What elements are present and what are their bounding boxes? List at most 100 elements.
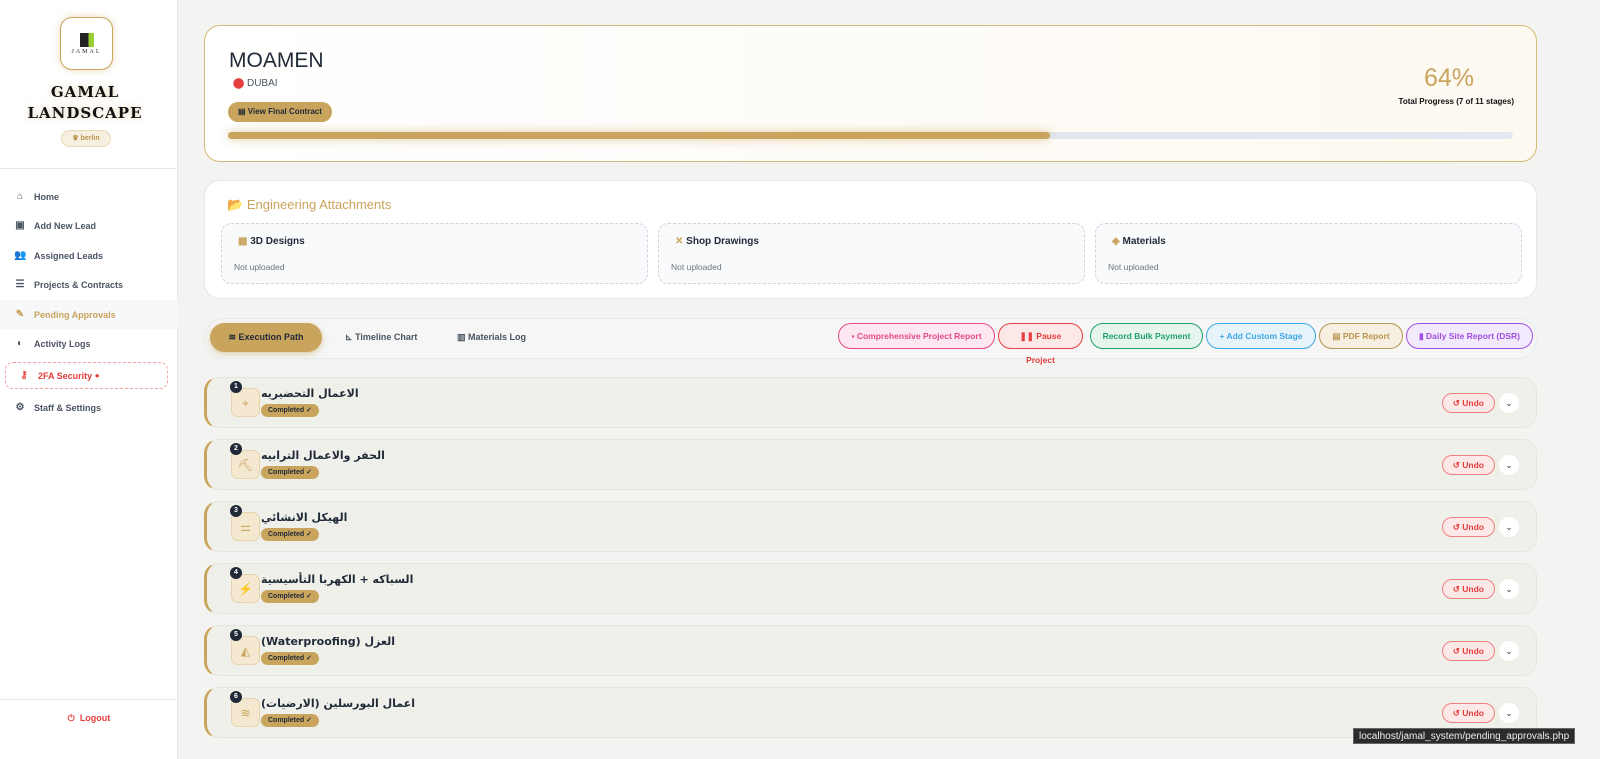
list-check-icon: ☰ (15, 279, 25, 290)
action-button-1[interactable]: ❚❚ Pause Project (998, 323, 1083, 365)
sidebar-item-add-new-lead[interactable]: ▣ Add New Lead (0, 211, 178, 240)
chevron-down-icon[interactable]: ⌄ (1499, 703, 1519, 723)
label: Undo (1462, 584, 1484, 594)
action-button-4[interactable]: ▤ PDF Report (1319, 323, 1403, 349)
file-icon: ▤ (238, 107, 246, 116)
undo-button[interactable]: ↺ Undo (1441, 703, 1495, 723)
sidebar-item-assigned-leads[interactable]: 👥 Assigned Leads (0, 241, 178, 270)
label: + Add Custom Stage (1219, 331, 1303, 341)
stage-number: 5 (230, 629, 242, 641)
label: PDF Report (1342, 331, 1390, 341)
undo-button[interactable]: ↺ Undo (1441, 641, 1495, 661)
stage-row[interactable]: 5 ◭ العزل (Waterproofing) Completed ✓ ↺ … (204, 625, 1537, 676)
tab-timeline-chart[interactable]: ⊾ Timeline Chart (333, 323, 429, 352)
chevron-down-icon[interactable]: ⌄ (1499, 517, 1519, 537)
sidebar-item-home[interactable]: ⌂ Home (0, 182, 178, 211)
label: Timeline Chart (355, 332, 418, 342)
label: Undo (1462, 522, 1484, 532)
status-bar-url: localhost/jamal_system/pending_approvals… (1353, 728, 1576, 744)
undo-button[interactable]: ↺ Undo (1441, 393, 1495, 413)
map-pin-icon: ⬤ (233, 78, 245, 89)
file-pdf-icon: ▤ (1332, 331, 1341, 341)
status: Not uploaded (671, 262, 722, 272)
action-button-0[interactable]: ▪ Comprehensive Project Report (838, 323, 995, 349)
status-badge: Completed ✓ (261, 714, 319, 727)
undo-button[interactable]: ↺ Undo (1441, 455, 1495, 475)
attachment-materials[interactable]: ◈ Materials Not uploaded (1095, 223, 1522, 284)
action-button-3[interactable]: + Add Custom Stage (1206, 323, 1316, 349)
stage-row[interactable]: 1 ⌖ الاعمال التحضيريه Completed ✓ ↺ Undo… (204, 377, 1537, 428)
project-name: MOAMEN (229, 49, 324, 72)
label: Staff & Settings (34, 402, 102, 413)
undo-button[interactable]: ↺ Undo (1441, 579, 1495, 599)
stage-row[interactable]: 6 ≋ اعمال البورسلين (الارضيات) Completed… (204, 687, 1537, 738)
chevron-down-icon[interactable]: ⌄ (1499, 393, 1519, 413)
sidebar-item-activity-logs[interactable]: ◐ Activity Logs (0, 329, 178, 358)
pause-icon: ❚❚ (1019, 331, 1034, 341)
label: Assigned Leads (34, 250, 104, 261)
building-logo-icon (79, 32, 94, 47)
tab-materials-log[interactable]: ▥ Materials Log (445, 323, 538, 352)
label: Execution Path (238, 332, 304, 342)
sidebar-item-2fa-security[interactable]: ⚷ 2FA Security ● (5, 362, 168, 389)
attachment-shop-drawings[interactable]: ✕ Shop Drawings Not uploaded (658, 223, 1085, 284)
label: Undo (1462, 646, 1484, 656)
chart-icon: ⊾ (345, 332, 353, 342)
shield-icon: ◐ (16, 338, 24, 349)
tools-icon: ✕ (675, 236, 684, 247)
title: Materials (1122, 236, 1166, 247)
label: Undo (1462, 398, 1484, 408)
sidebar-item-pending-approvals[interactable]: ✎ Pending Approvals (0, 300, 178, 329)
chevron-down-icon[interactable]: ⌄ (1499, 579, 1519, 599)
stage-title: العزل (Waterproofing) (261, 635, 395, 648)
brand-name: GAMAL LANDSCAPE (27, 83, 143, 122)
stage-number: 4 (230, 567, 242, 579)
stage-number: 1 (230, 381, 242, 393)
status-badge: Completed ✓ (261, 590, 319, 603)
chevron-down-icon[interactable]: ⌄ (1499, 455, 1519, 475)
action-button-5[interactable]: ▮ Daily Site Report (DSR) (1406, 323, 1533, 349)
stage-number: 3 (230, 505, 242, 517)
attachment-3d-designs[interactable]: ▦ 3D Designs Not uploaded (221, 223, 648, 284)
label: Undo (1462, 460, 1484, 470)
logo[interactable]: JAMAL (60, 17, 113, 70)
undo-button[interactable]: ↺ Undo (1441, 517, 1495, 537)
progress-label: Total Progress (7 of 11 stages) (1398, 97, 1514, 106)
stage-row[interactable]: 4 ⚡ السباكه + الكهربا التأسيسية Complete… (204, 563, 1537, 614)
undo-icon: ↺ (1452, 646, 1460, 656)
sidebar: JAMAL GAMAL LANDSCAPE ♛ berlin ⌂ Home ▣ Ad… (0, 0, 178, 759)
chevron-down-icon[interactable]: ⌄ (1499, 641, 1519, 661)
logo-text: JAMAL (71, 48, 102, 55)
power-icon: ⏻ (67, 713, 75, 723)
status-badge: Completed ✓ (261, 466, 319, 479)
users-icon: 👥 (14, 250, 27, 261)
action-button-2[interactable]: Record Bulk Payment (1090, 323, 1203, 349)
project-header-card: MOAMEN ⬤ DUBAI ▤ View Final Contract 64%… (204, 25, 1537, 162)
sidebar-item-staff-settings[interactable]: ⚙ Staff & Settings (0, 393, 178, 422)
folder-open-icon: 📂 (227, 197, 244, 212)
divider (0, 168, 177, 169)
label: Materials Log (468, 332, 527, 342)
stage-number: 2 (230, 443, 242, 455)
logout-label: Logout (79, 713, 111, 723)
sidebar-item-projects-contracts[interactable]: ☰ Projects & Contracts (0, 270, 178, 299)
tab-execution-path[interactable]: ≋ Execution Path (210, 323, 322, 352)
stage-title: الحفر والاعمال الترابيه (261, 449, 385, 462)
view-final-contract-button[interactable]: ▤ View Final Contract (228, 102, 332, 122)
stage-row[interactable]: 2 ⛏ الحفر والاعمال الترابيه Completed ✓ … (204, 439, 1537, 490)
status-badge: Completed ✓ (261, 652, 319, 665)
logout-button[interactable]: ⏻ Logout (0, 713, 178, 724)
undo-icon: ↺ (1452, 708, 1460, 718)
user-gear-icon: ⚙ (15, 402, 25, 413)
label: View Final Contract (247, 107, 322, 116)
label: Add New Lead (34, 220, 97, 231)
title: 3D Designs (250, 236, 305, 247)
warehouse-icon: ▥ (457, 332, 466, 342)
contact-book-icon: ▣ (15, 220, 25, 231)
location-text: DUBAI (246, 78, 278, 89)
stage-row[interactable]: 3 ⚌ الهيكل الانشائي Completed ✓ ↺ Undo ⌄ (204, 501, 1537, 552)
clipboard-icon: ▮ (1418, 331, 1424, 341)
stage-title: اعمال البورسلين (الارضيات) (261, 697, 415, 710)
label: Home (34, 191, 60, 202)
label: Daily Site Report (DSR) (1426, 331, 1521, 341)
